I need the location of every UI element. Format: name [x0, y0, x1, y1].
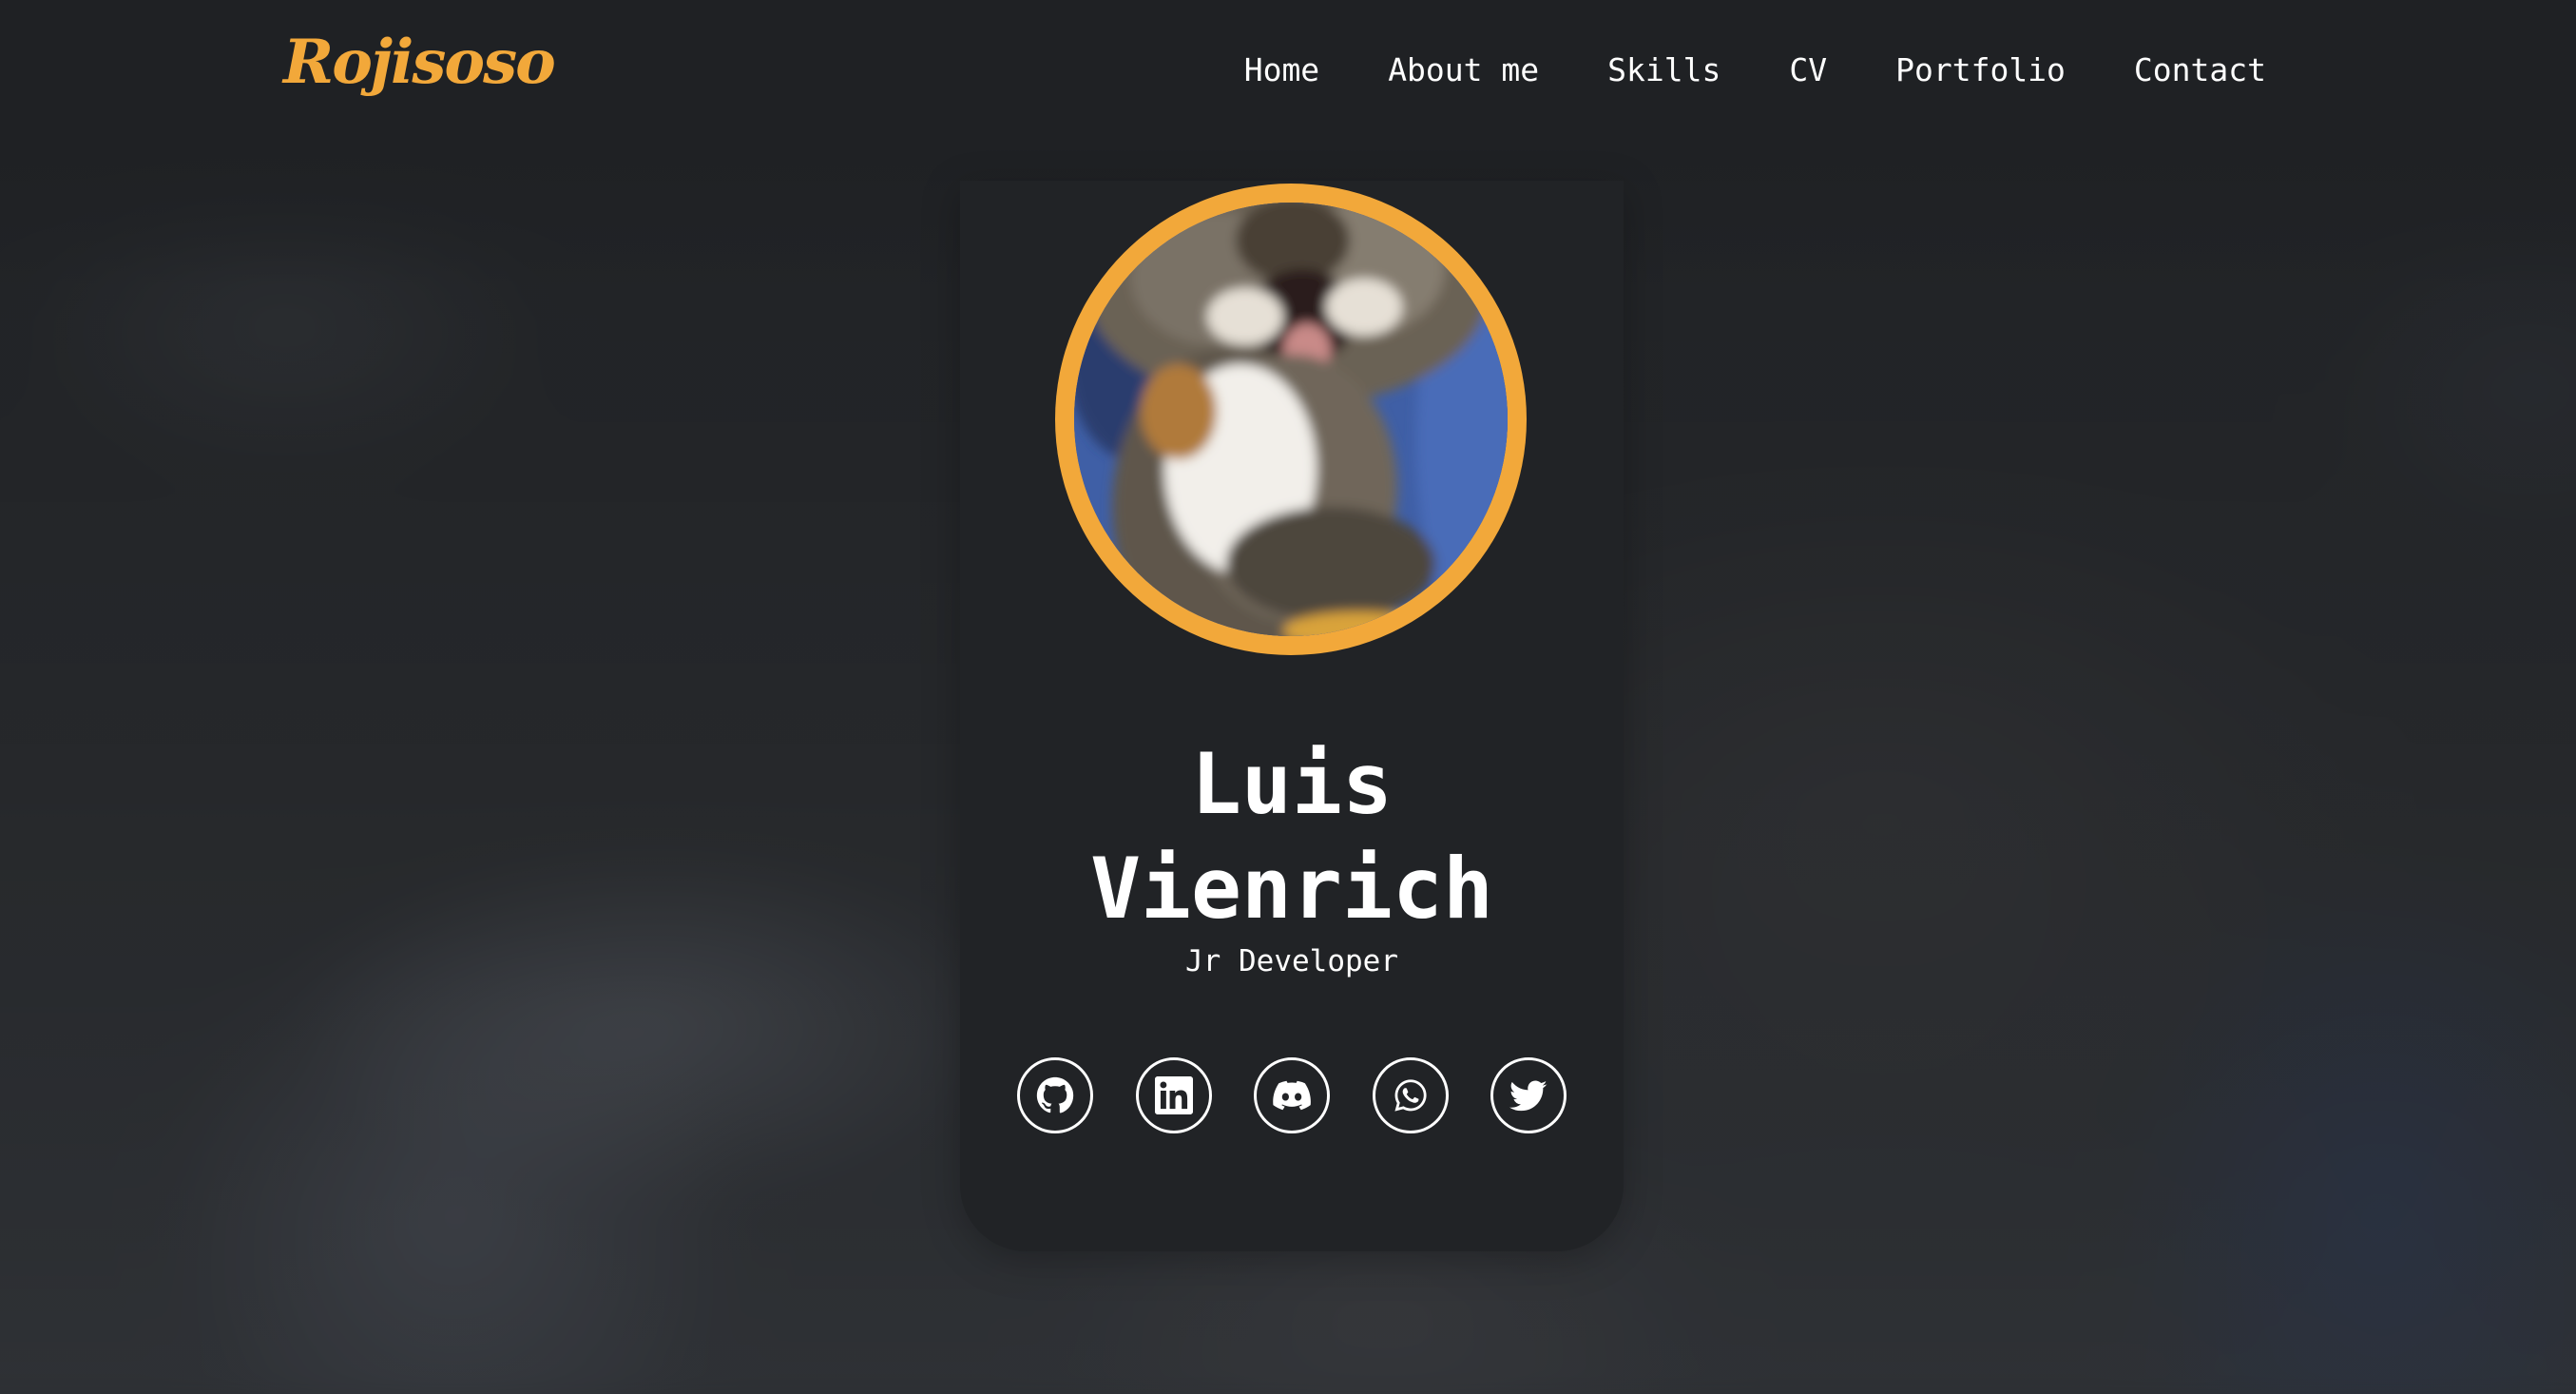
profile-name: Luis Vienrich	[960, 732, 1624, 941]
twitter-icon	[1509, 1080, 1548, 1112]
avatar	[1074, 203, 1508, 636]
profile-first-name: Luis	[1191, 735, 1393, 833]
nav-home[interactable]: Home	[1244, 49, 1319, 91]
github-icon	[1036, 1076, 1074, 1113]
social-links	[1017, 1057, 1567, 1133]
profile-last-name: Vienrich	[1090, 840, 1493, 938]
page: Rojisoso Home About me Skills CV Portfol…	[0, 0, 2576, 1394]
github-link[interactable]	[1017, 1057, 1093, 1133]
whatsapp-link[interactable]	[1372, 1057, 1449, 1133]
nav-portfolio[interactable]: Portfolio	[1895, 49, 2066, 91]
discord-link[interactable]	[1254, 1057, 1330, 1133]
nav-skills[interactable]: Skills	[1607, 49, 1721, 91]
linkedin-icon	[1154, 1076, 1193, 1114]
nav-cv[interactable]: CV	[1789, 49, 1827, 91]
profile-role: Jr Developer	[1185, 944, 1398, 978]
twitter-link[interactable]	[1490, 1057, 1567, 1133]
whatsapp-icon	[1394, 1079, 1427, 1112]
site-logo[interactable]: Rojisoso	[283, 27, 556, 98]
linkedin-link[interactable]	[1135, 1057, 1212, 1133]
nav-about-me[interactable]: About me	[1388, 49, 1539, 91]
avatar-cat-image	[1074, 203, 1508, 636]
nav-contact[interactable]: Contact	[2134, 49, 2266, 91]
avatar-ring	[1055, 184, 1527, 655]
site-header: Rojisoso Home About me Skills CV Portfol…	[0, 0, 2576, 143]
discord-icon	[1273, 1080, 1311, 1111]
profile-card: Luis Vienrich Jr Developer	[960, 181, 1624, 1251]
main-nav: Home About me Skills CV Portfolio Contac…	[1176, 49, 2266, 91]
